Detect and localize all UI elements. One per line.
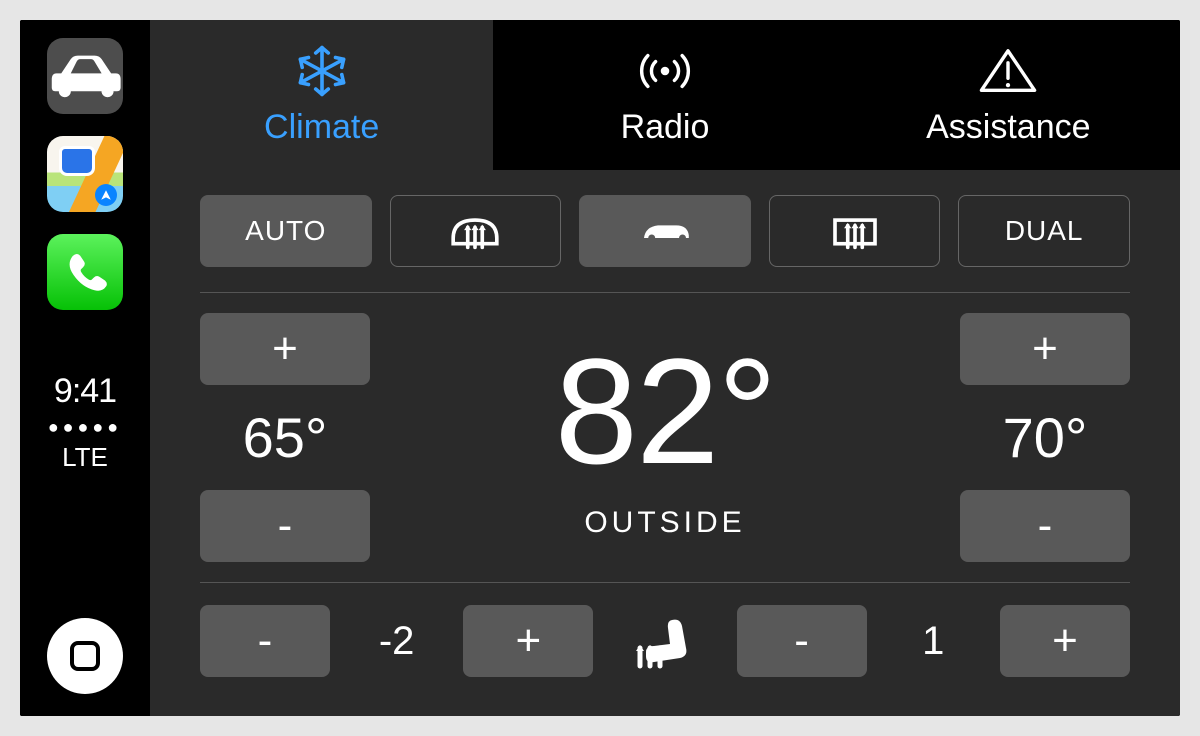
- rear-defrost-button[interactable]: [769, 195, 941, 267]
- driver-seat-up-button[interactable]: +: [463, 605, 593, 677]
- divider: [200, 292, 1130, 293]
- network-label: LTE: [48, 442, 122, 473]
- home-button[interactable]: [47, 618, 123, 694]
- passenger-seat-down-button[interactable]: -: [737, 605, 867, 677]
- tab-radio[interactable]: Radio: [493, 20, 836, 170]
- climate-content: AUTO: [150, 170, 1180, 716]
- dual-button[interactable]: DUAL: [958, 195, 1130, 267]
- location-arrow-icon: [95, 184, 117, 206]
- driver-temp-control: + 65° -: [200, 313, 370, 562]
- passenger-seat-value: 1: [888, 619, 978, 664]
- carplay-screen: 9:41 ●●●●● LTE C: [20, 20, 1180, 716]
- passenger-temp-control: + 70° -: [960, 313, 1130, 562]
- outside-label: OUTSIDE: [555, 506, 776, 540]
- main-panel: Climate Radio: [150, 20, 1180, 716]
- clock: 9:41: [48, 372, 122, 411]
- passenger-temp-up-button[interactable]: +: [960, 313, 1130, 385]
- seat-heat-row: - -2 + - 1 +: [200, 605, 1130, 677]
- rear-defrost-icon: [827, 211, 883, 251]
- heated-seat-icon: [615, 614, 715, 669]
- tab-label: Assistance: [926, 108, 1090, 147]
- passenger-seat-up-button[interactable]: +: [1000, 605, 1130, 677]
- tab-label: Climate: [264, 108, 379, 147]
- front-defrost-icon: [447, 211, 503, 251]
- car-icon: [47, 52, 123, 100]
- driver-seat-value: -2: [352, 619, 442, 664]
- front-defrost-button[interactable]: [390, 195, 562, 267]
- passenger-temp-down-button[interactable]: -: [960, 490, 1130, 562]
- signal-strength-icon: ●●●●●: [48, 417, 122, 438]
- app-icon-maps[interactable]: [47, 136, 123, 212]
- passenger-temp-value: 70°: [1003, 405, 1088, 470]
- driver-temp-up-button[interactable]: +: [200, 313, 370, 385]
- outside-temp-display: 82° OUTSIDE: [555, 336, 776, 540]
- mode-row: AUTO: [200, 195, 1130, 267]
- driver-seat-down-button[interactable]: -: [200, 605, 330, 677]
- phone-icon: [62, 249, 108, 295]
- driver-temp-value: 65°: [243, 405, 328, 470]
- tab-assistance[interactable]: Assistance: [837, 20, 1180, 170]
- interstate-shield-icon: [59, 146, 95, 176]
- app-icon-phone[interactable]: [47, 234, 123, 310]
- auto-button[interactable]: AUTO: [200, 195, 372, 267]
- recirculation-icon: [637, 211, 693, 251]
- top-tabs: Climate Radio: [150, 20, 1180, 170]
- radio-signal-icon: [635, 44, 695, 98]
- home-icon: [70, 641, 100, 671]
- auto-label: AUTO: [245, 215, 326, 247]
- tab-label: Radio: [621, 108, 710, 147]
- app-sidebar: 9:41 ●●●●● LTE: [20, 20, 150, 716]
- warning-triangle-icon: [978, 44, 1038, 98]
- outside-temp-value: 82°: [555, 336, 776, 486]
- driver-temp-down-button[interactable]: -: [200, 490, 370, 562]
- app-icon-vehicle[interactable]: [47, 38, 123, 114]
- snowflake-icon: [292, 44, 352, 98]
- status-block: 9:41 ●●●●● LTE: [48, 372, 122, 473]
- tab-climate[interactable]: Climate: [150, 20, 493, 170]
- temperature-row: + 65° - 82° OUTSIDE + 70° -: [200, 313, 1130, 562]
- divider: [200, 582, 1130, 583]
- dual-label: DUAL: [1005, 215, 1084, 247]
- recirculation-button[interactable]: [579, 195, 751, 267]
